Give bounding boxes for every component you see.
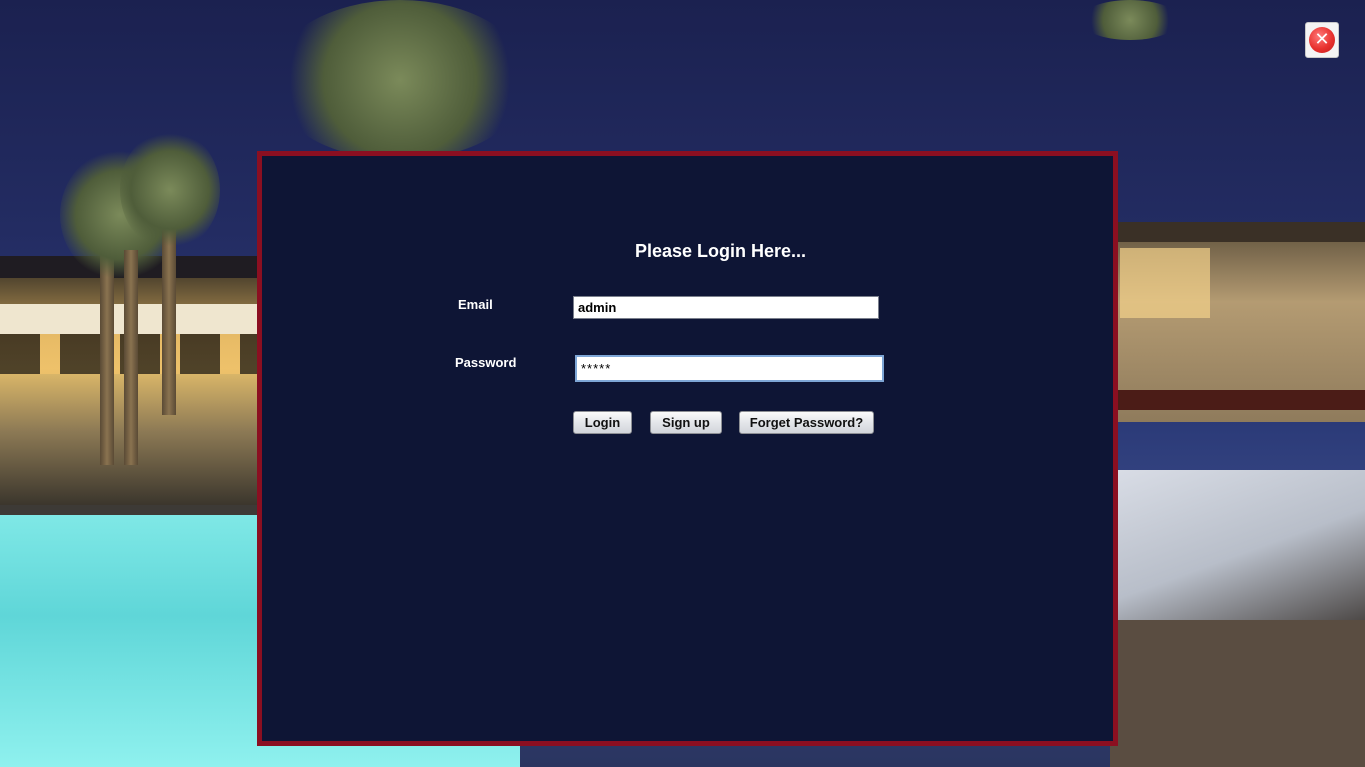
password-label: Password <box>455 355 517 370</box>
email-field[interactable] <box>573 296 879 319</box>
email-label: Email <box>458 297 493 312</box>
login-title: Please Login Here... <box>634 241 807 261</box>
close-button[interactable]: ✕ <box>1305 22 1339 58</box>
palm-tree <box>124 250 138 465</box>
login-panel: Please Login Here... Email Password Logi… <box>257 151 1118 746</box>
forget-password-button[interactable]: Forget Password? <box>739 411 874 434</box>
palm-fronds <box>120 130 220 250</box>
close-icon: ✕ <box>1309 27 1335 53</box>
palm-fronds <box>270 0 530 160</box>
palm-fronds <box>1080 0 1180 40</box>
password-field[interactable] <box>575 355 884 382</box>
pool-umbrellas <box>1110 390 1365 410</box>
login-button[interactable]: Login <box>573 411 632 434</box>
pool-loungers <box>1110 470 1365 640</box>
patio-ground <box>1110 620 1365 767</box>
signup-button[interactable]: Sign up <box>650 411 722 434</box>
